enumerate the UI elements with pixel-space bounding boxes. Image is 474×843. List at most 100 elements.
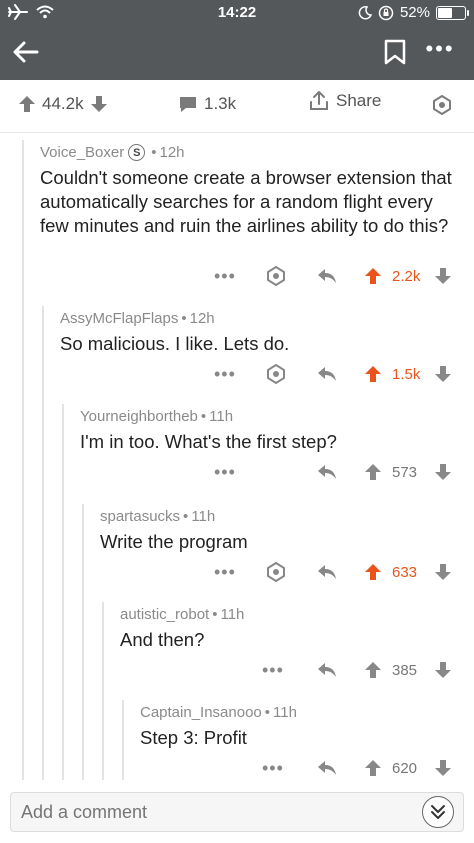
comment-more-button[interactable]: ••• (214, 360, 236, 388)
comment-score: 573 (392, 463, 418, 481)
comment-author[interactable]: AssyMcFlapFlaps (60, 310, 178, 327)
comment-body: I'm in too. What's the first step? (80, 431, 337, 452)
bookmark-button[interactable] (382, 38, 408, 66)
comment-body: Write the program (100, 531, 248, 552)
post-score: 44.2k (42, 94, 84, 113)
comment-more-button[interactable]: ••• (262, 656, 284, 684)
comment-more-button[interactable]: ••• (214, 262, 236, 290)
comment-more-button[interactable]: ••• (214, 558, 236, 586)
comment-downvote-button[interactable] (434, 262, 452, 290)
share-button[interactable]: Share (308, 90, 381, 112)
comment-meta: autistic_robot • 11h (120, 606, 244, 623)
comment-author[interactable]: autistic_robot (120, 606, 209, 623)
thread-line (82, 504, 84, 780)
post-comments-button[interactable]: 1.3k (178, 94, 236, 114)
meta-separator: • (200, 408, 207, 425)
comment-author[interactable]: Voice_Boxer (40, 144, 124, 161)
comment-downvote-button[interactable] (434, 458, 452, 486)
meta-separator: • (264, 704, 271, 721)
comment-downvote-button[interactable] (434, 558, 452, 586)
reply-icon (318, 565, 336, 579)
comment-reply-button[interactable] (316, 558, 338, 586)
upvote-icon (365, 662, 381, 678)
post-vote-group: 44.2k (18, 94, 108, 114)
comment-downvote-button[interactable] (434, 656, 452, 684)
award-icon (267, 266, 285, 286)
reply-icon (318, 761, 336, 775)
post-award-button[interactable] (431, 94, 453, 116)
comment-actions: ••• 2.2k (0, 262, 474, 290)
meta-separator: • (181, 310, 187, 327)
comment-time: 12h (159, 144, 185, 161)
comment-meta: Voice_Boxer S • 12h (40, 144, 185, 161)
comment-reply-button[interactable] (316, 262, 338, 290)
reply-icon (318, 663, 336, 677)
comment-actions: ••• 620 (0, 754, 474, 782)
comment-score: 620 (392, 759, 418, 777)
battery-percent: 52% (399, 4, 430, 21)
more-button[interactable]: ••• (420, 38, 460, 66)
comment-award-button[interactable] (265, 360, 287, 388)
downvote-icon (435, 760, 451, 776)
comment-award-button[interactable] (265, 262, 287, 290)
upvote-icon[interactable] (18, 95, 36, 113)
back-button[interactable] (10, 36, 42, 68)
app-header: 14:22 52% ••• (0, 0, 474, 80)
comment-downvote-button[interactable] (434, 754, 452, 782)
comment-reply-button[interactable] (316, 754, 338, 782)
meta-separator: • (151, 144, 157, 161)
next-comment-button[interactable] (422, 796, 454, 828)
downvote-icon[interactable] (90, 95, 108, 113)
comment-meta: AssyMcFlapFlaps • 12h (60, 310, 215, 327)
comment-time: 11h (220, 606, 245, 623)
comment-score: 1.5k (392, 365, 421, 383)
downvote-icon (435, 366, 451, 382)
comment-score: 633 (392, 563, 418, 581)
upvote-icon (365, 760, 381, 776)
comment-upvote-button[interactable] (364, 262, 382, 290)
comment-upvote-button[interactable] (364, 360, 382, 388)
comment-more-button[interactable]: ••• (214, 458, 236, 486)
comment-reply-button[interactable] (316, 360, 338, 388)
comment-input[interactable] (10, 792, 464, 832)
award-icon (267, 562, 285, 582)
rotation-lock-icon (378, 5, 394, 20)
upvote-icon (365, 564, 381, 580)
comment-reply-button[interactable] (316, 656, 338, 684)
downvote-icon (435, 564, 451, 580)
comment-upvote-button[interactable] (364, 754, 382, 782)
comment-more-button[interactable]: ••• (262, 754, 284, 782)
comment-time: 11h (273, 704, 297, 721)
comment-bar (0, 780, 474, 843)
upvote-icon (365, 464, 381, 480)
comment-author[interactable]: Captain_Insanooo (140, 704, 262, 721)
comment-body: So malicious. I like. Lets do. (60, 333, 290, 354)
downvote-icon (435, 268, 451, 284)
comment-reply-button[interactable] (316, 458, 338, 486)
comment-meta: Yourneighbortheb • 11h (80, 408, 233, 425)
comment-upvote-button[interactable] (364, 558, 382, 586)
moon-icon (358, 5, 372, 19)
upvote-icon (365, 268, 381, 284)
comment-downvote-button[interactable] (434, 360, 452, 388)
meta-separator: • (183, 508, 189, 525)
battery-icon (436, 5, 469, 20)
post-comment-count: 1.3k (204, 94, 237, 113)
comment-author[interactable]: spartasucks (100, 508, 180, 525)
upvote-icon (365, 366, 381, 382)
comment-score: 385 (392, 661, 418, 679)
comment-actions: ••• 385 (0, 656, 474, 684)
comment-award-button[interactable] (265, 558, 287, 586)
reply-icon (318, 367, 336, 381)
meta-separator: • (212, 606, 218, 623)
share-label: Share (336, 91, 382, 110)
bookmark-icon (384, 39, 406, 65)
comment-actions: ••• 573 (0, 458, 474, 486)
comment-upvote-button[interactable] (364, 656, 382, 684)
comment-body: And then? (120, 629, 205, 650)
reply-icon (318, 465, 336, 479)
comment-author[interactable]: Yourneighbortheb (80, 408, 198, 425)
chevron-double-down-icon (431, 805, 445, 819)
comment-upvote-button[interactable] (364, 458, 382, 486)
comment-actions: ••• 1.5k (0, 360, 474, 388)
